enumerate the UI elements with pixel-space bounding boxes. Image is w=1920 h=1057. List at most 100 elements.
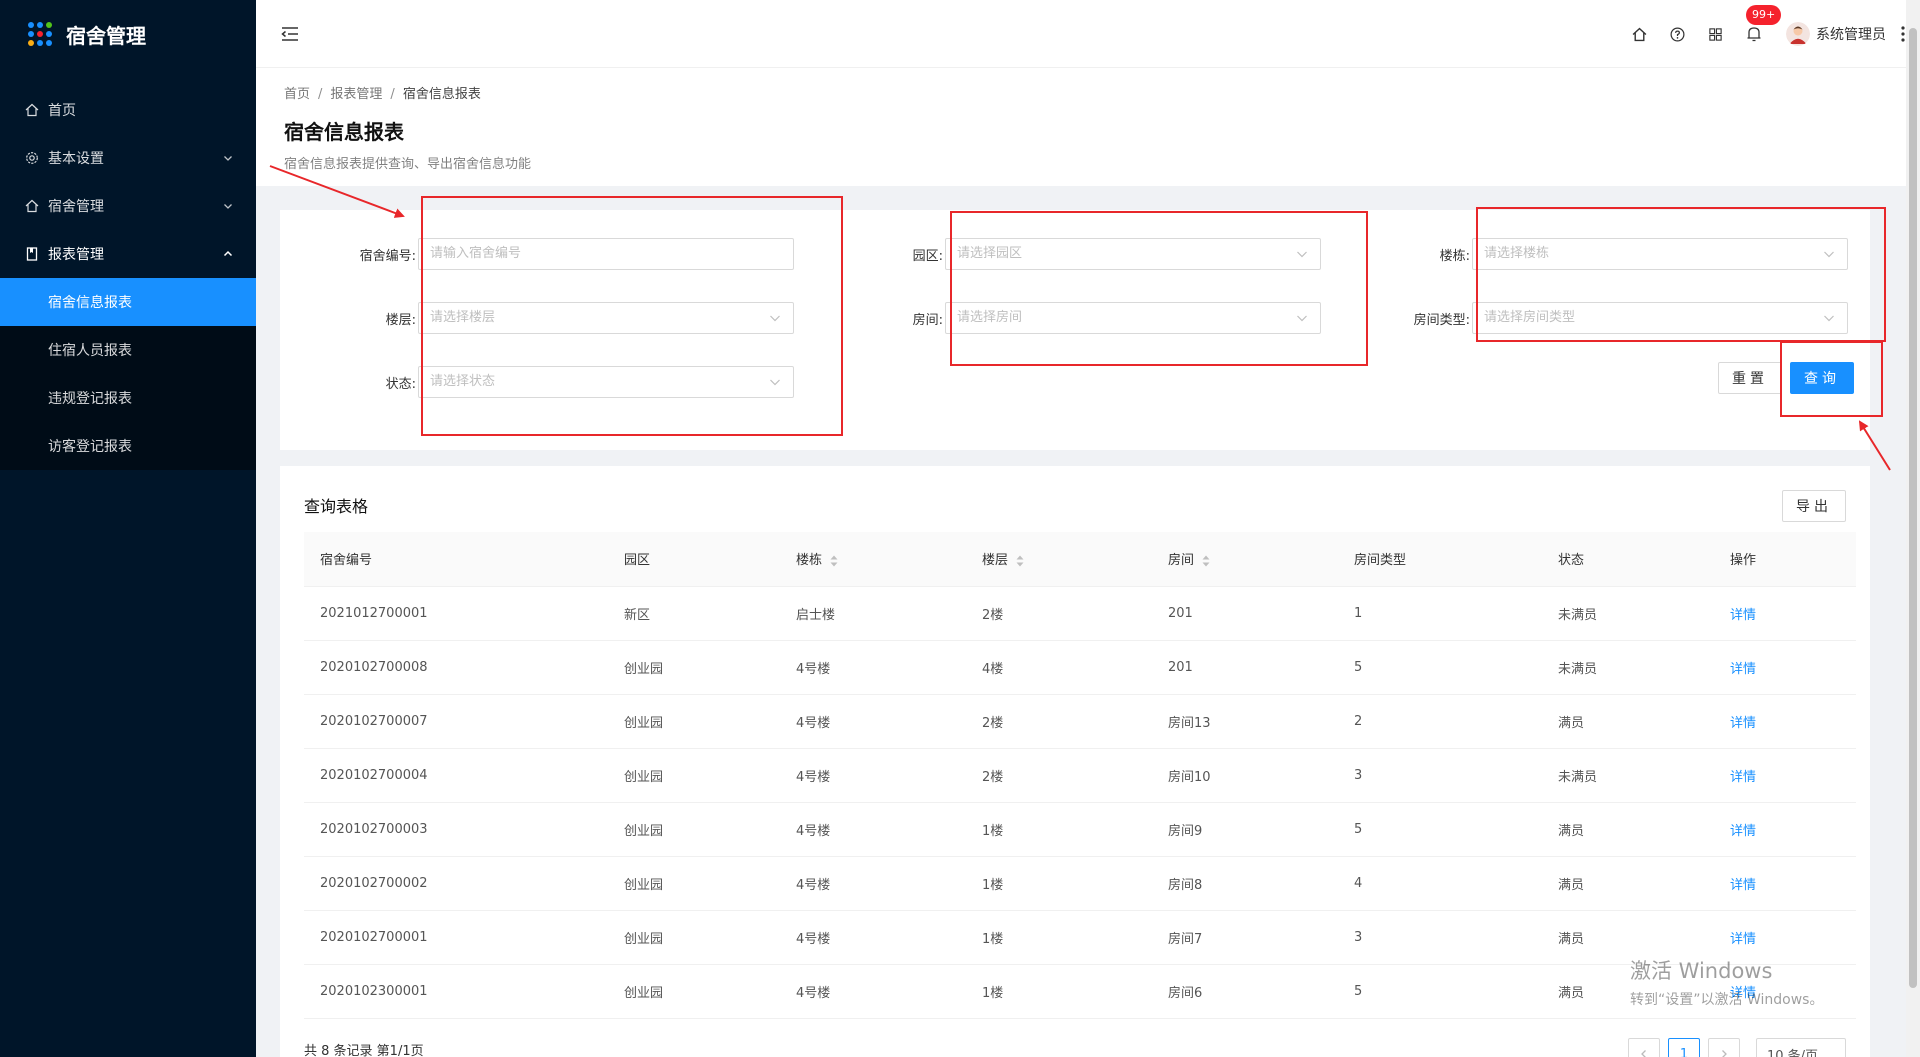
table-cell: 房间7 [1152, 910, 1338, 965]
table-cell: 房间10 [1152, 748, 1338, 803]
table-cell: 3 [1338, 748, 1542, 803]
table-cell: 4号楼 [780, 802, 966, 857]
table-cell: 1楼 [966, 856, 1152, 911]
table-cell: 2020102700002 [304, 856, 608, 911]
filter-status: 状态: 请选择状态 [304, 366, 794, 398]
sort-icon[interactable] [830, 555, 838, 567]
prev-page-button[interactable] [1628, 1038, 1660, 1057]
help-icon[interactable] [1668, 25, 1686, 43]
chevron-down-icon [1297, 251, 1307, 258]
sort-icon[interactable] [1202, 555, 1210, 567]
dorm-no-input[interactable]: 请输入宿舍编号 [418, 238, 794, 270]
sidebar-item-visitor-report[interactable]: 访客登记报表 [0, 422, 256, 470]
floor-label: 楼层: [385, 312, 416, 328]
room-select[interactable]: 请选择房间 [945, 302, 1321, 334]
chevron-down-icon [1824, 251, 1834, 258]
chevron-down-icon [220, 150, 236, 166]
username[interactable]: 系统管理员 [1816, 24, 1886, 44]
column-header[interactable]: 楼层 [966, 532, 1152, 587]
breadcrumb-home[interactable]: 首页 [284, 87, 310, 102]
room-type-select[interactable]: 请选择房间类型 [1472, 302, 1848, 334]
header-actions: 99+ 系统管理员 [1610, 0, 1906, 68]
floor-select[interactable]: 请选择楼层 [418, 302, 794, 334]
details-link[interactable]: 详情 [1714, 586, 1856, 641]
table-cell: 创业园 [608, 694, 780, 749]
table-cell: 5 [1338, 640, 1542, 695]
export-button[interactable]: 导出 [1782, 490, 1846, 522]
logo[interactable]: 宿舍管理 [0, 0, 256, 68]
column-header[interactable]: 楼栋 [780, 532, 966, 587]
filter-dorm-no: 宿舍编号: 请输入宿舍编号 [304, 238, 794, 270]
table-cell: 2020102700007 [304, 694, 608, 749]
sidebar-item-basic-settings[interactable]: 基本设置 [0, 134, 256, 182]
page-number-button[interactable]: 1 [1668, 1038, 1700, 1057]
details-link[interactable]: 详情 [1714, 856, 1856, 911]
breadcrumb-current: 宿舍信息报表 [402, 87, 481, 102]
sidebar-item-dorm-management[interactable]: 宿舍管理 [0, 182, 256, 230]
column-header: 房间类型 [1338, 532, 1542, 587]
building-select[interactable]: 请选择楼栋 [1472, 238, 1848, 270]
status-select[interactable]: 请选择状态 [418, 366, 794, 398]
sidebar-item-reports[interactable]: 报表管理 [0, 230, 256, 278]
park-select[interactable]: 请选择园区 [945, 238, 1321, 270]
table-row: 2020102700007 创业园 4号楼 2楼 房间13 2 满员 详情 [304, 694, 1856, 749]
table-cell: 2020102700004 [304, 748, 608, 803]
table-row: 2020102700003 创业园 4号楼 1楼 房间9 5 满员 详情 [304, 802, 1856, 857]
next-page-button[interactable] [1708, 1038, 1740, 1057]
reset-button[interactable]: 重置 [1718, 362, 1782, 394]
room-label: 房间: [912, 312, 943, 328]
table-cell: 4 [1338, 856, 1542, 911]
table-cell: 满员 [1542, 856, 1714, 911]
table-cell: 5 [1338, 964, 1542, 1019]
sidebar: 宿舍管理 首页 基本设置 宿舍管理 报表管理 宿舍信息报表 住宿人员报表 违规登… [0, 0, 256, 1057]
table-cell: 新区 [608, 586, 780, 641]
column-header[interactable]: 房间 [1152, 532, 1338, 587]
watermark-line2: 转到“设置”以激活 Windows。 [1630, 992, 1824, 1008]
results-table: 宿舍编号 园区 楼栋 楼层 房间 房间类型 状态 操作 202101270000… [304, 532, 1856, 1019]
table-cell: 5 [1338, 802, 1542, 857]
page-size-select[interactable]: 10 条/页 [1756, 1038, 1846, 1057]
sidebar-item-dorm-info-report[interactable]: 宿舍信息报表 [0, 278, 256, 326]
room-placeholder: 请选择房间 [957, 310, 1023, 325]
table-cell: 创业园 [608, 640, 780, 695]
table-row: 2020102700008 创业园 4号楼 4楼 201 5 未满员 详情 [304, 640, 1856, 695]
table-cell: 2楼 [966, 748, 1152, 803]
table-row: 2020102700001 创业园 4号楼 1楼 房间7 3 满员 详情 [304, 910, 1856, 965]
table-cell: 4号楼 [780, 640, 966, 695]
filter-room: 房间: 请选择房间 [831, 302, 1321, 334]
dorm-no-label: 宿舍编号: [359, 248, 416, 264]
notification-badge: 99+ [1746, 5, 1782, 25]
details-link[interactable]: 详情 [1714, 694, 1856, 749]
floor-placeholder: 请选择楼层 [430, 310, 496, 325]
table-cell: 创业园 [608, 748, 780, 803]
sort-icon[interactable] [1016, 555, 1024, 567]
table-cell: 创业园 [608, 802, 780, 857]
sidebar-item-home[interactable]: 首页 [0, 86, 256, 134]
sidebar-item-violation-report[interactable]: 违规登记报表 [0, 374, 256, 422]
avatar[interactable] [1786, 22, 1810, 46]
notification-bell[interactable]: 99+ [1746, 5, 1782, 43]
top-header: 99+ 系统管理员 [256, 0, 1920, 68]
table-cell: 1楼 [966, 964, 1152, 1019]
park-label: 园区: [912, 248, 943, 264]
home-icon[interactable] [1630, 25, 1648, 43]
query-button[interactable]: 查询 [1790, 362, 1854, 394]
table-cell: 房间9 [1152, 802, 1338, 857]
chevron-right-icon [1722, 1050, 1727, 1057]
sidebar-item-resident-report[interactable]: 住宿人员报表 [0, 326, 256, 374]
vertical-scrollbar[interactable] [1906, 0, 1920, 1057]
table-header-row: 宿舍编号 园区 楼栋 楼层 房间 房间类型 状态 操作 [304, 532, 1856, 587]
home-icon [24, 198, 40, 214]
table-row: 2020102300001 创业园 4号楼 1楼 房间6 5 满员 详情 [304, 964, 1856, 1019]
details-link[interactable]: 详情 [1714, 748, 1856, 803]
table-cell: 创业园 [608, 964, 780, 1019]
table-row: 2021012700001 新区 启士楼 2楼 201 1 未满员 详情 [304, 586, 1856, 641]
table-cell: 未满员 [1542, 640, 1714, 695]
details-link[interactable]: 详情 [1714, 640, 1856, 695]
breadcrumb-reports[interactable]: 报表管理 [330, 87, 382, 102]
menu-fold-icon[interactable] [280, 24, 300, 44]
details-link[interactable]: 详情 [1714, 802, 1856, 857]
grid-icon[interactable] [1706, 25, 1724, 43]
scrollbar-thumb[interactable] [1909, 28, 1917, 988]
column-header: 宿舍编号 [304, 532, 608, 587]
